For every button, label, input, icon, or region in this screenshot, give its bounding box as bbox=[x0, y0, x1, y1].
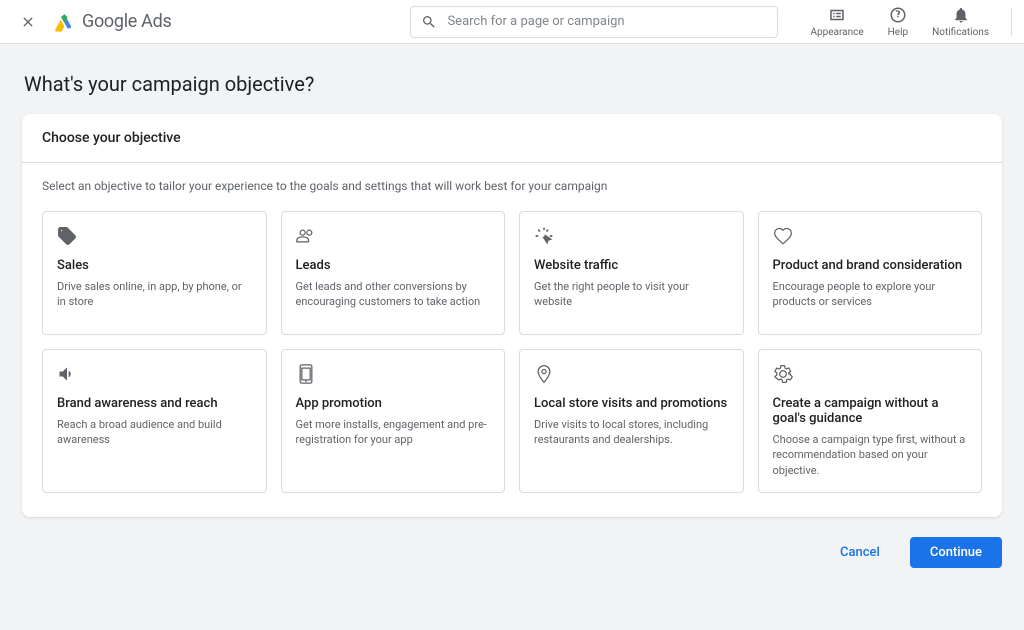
notifications-label: Notifications bbox=[932, 27, 989, 38]
tile-title: Brand awareness and reach bbox=[57, 396, 252, 411]
tile-title: Website traffic bbox=[534, 258, 729, 273]
logo-text: Google Ads bbox=[82, 11, 171, 32]
app-header: Google Ads Appearance Help Notifications bbox=[0, 0, 1024, 44]
search-icon bbox=[421, 14, 437, 30]
objective-card: Choose your objective Select an objectiv… bbox=[22, 114, 1002, 517]
objective-brand-awareness[interactable]: Brand awareness and reach Reach a broad … bbox=[42, 349, 267, 493]
help-button[interactable]: Help bbox=[880, 6, 916, 38]
objective-leads[interactable]: Leads Get leads and other conversions by… bbox=[281, 211, 506, 335]
tile-desc: Drive sales online, in app, by phone, or… bbox=[57, 279, 252, 310]
tile-desc: Encourage people to explore your product… bbox=[773, 279, 968, 310]
objective-product-brand[interactable]: Product and brand consideration Encourag… bbox=[758, 211, 983, 335]
location-pin-icon bbox=[534, 364, 554, 384]
tile-title: Product and brand consideration bbox=[773, 258, 968, 273]
tile-desc: Drive visits to local stores, including … bbox=[534, 417, 729, 448]
logo-area: Google Ads bbox=[52, 11, 171, 33]
tile-desc: Get leads and other conversions by encou… bbox=[296, 279, 491, 310]
tile-desc: Choose a campaign type first, without a … bbox=[773, 432, 968, 478]
help-label: Help bbox=[888, 27, 908, 38]
tile-title: Leads bbox=[296, 258, 491, 273]
search-input[interactable] bbox=[447, 14, 767, 29]
tile-title: App promotion bbox=[296, 396, 491, 411]
close-button[interactable] bbox=[12, 6, 44, 38]
appearance-label: Appearance bbox=[810, 27, 863, 38]
card-body: Select an objective to tailor your exper… bbox=[22, 163, 1002, 517]
tile-title: Create a campaign without a goal's guida… bbox=[773, 396, 968, 426]
objective-no-goal[interactable]: Create a campaign without a goal's guida… bbox=[758, 349, 983, 493]
bell-icon bbox=[952, 6, 970, 24]
appearance-icon bbox=[828, 6, 846, 24]
close-icon bbox=[20, 14, 36, 30]
cursor-click-icon bbox=[534, 226, 554, 246]
objective-website-traffic[interactable]: Website traffic Get the right people to … bbox=[519, 211, 744, 335]
search-box[interactable] bbox=[410, 6, 778, 38]
gear-icon bbox=[773, 364, 793, 384]
objective-app-promotion[interactable]: App promotion Get more installs, engagem… bbox=[281, 349, 506, 493]
google-ads-logo-icon bbox=[52, 11, 74, 33]
notifications-button[interactable]: Notifications bbox=[924, 6, 997, 38]
heart-icon bbox=[773, 226, 793, 246]
help-icon bbox=[889, 6, 907, 24]
megaphone-icon bbox=[57, 364, 77, 384]
tile-desc: Get more installs, engagement and pre-re… bbox=[296, 417, 491, 448]
objective-grid: Sales Drive sales online, in app, by pho… bbox=[42, 211, 982, 493]
cancel-button[interactable]: Cancel bbox=[820, 537, 900, 568]
main-content: What's your campaign objective? Choose y… bbox=[22, 44, 1002, 596]
header-divider bbox=[1011, 8, 1012, 36]
objective-sales[interactable]: Sales Drive sales online, in app, by pho… bbox=[42, 211, 267, 335]
action-bar: Cancel Continue bbox=[22, 537, 1002, 568]
tile-desc: Get the right people to visit your websi… bbox=[534, 279, 729, 310]
tag-icon bbox=[57, 226, 77, 246]
continue-button[interactable]: Continue bbox=[910, 537, 1002, 568]
tile-title: Sales bbox=[57, 258, 252, 273]
card-title: Choose your objective bbox=[22, 114, 1002, 163]
people-icon bbox=[296, 226, 316, 246]
phone-icon bbox=[296, 364, 316, 384]
objective-local-store[interactable]: Local store visits and promotions Drive … bbox=[519, 349, 744, 493]
card-subtitle: Select an objective to tailor your exper… bbox=[42, 179, 982, 193]
tile-title: Local store visits and promotions bbox=[534, 396, 729, 411]
tile-desc: Reach a broad audience and build awarene… bbox=[57, 417, 252, 448]
appearance-button[interactable]: Appearance bbox=[802, 6, 871, 38]
header-actions: Appearance Help Notifications bbox=[802, 6, 1012, 38]
page-title: What's your campaign objective? bbox=[24, 72, 1002, 96]
